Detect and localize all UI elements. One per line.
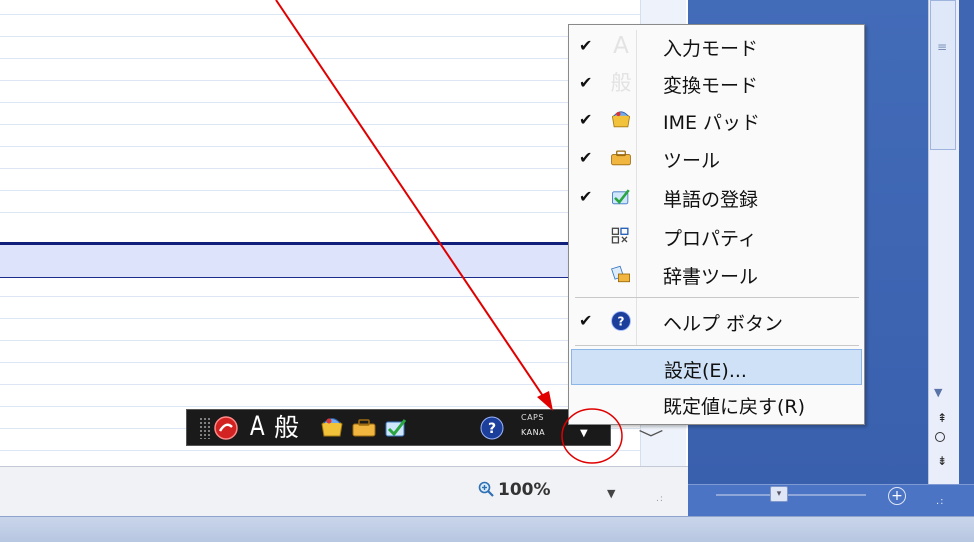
- letter-a-icon: A: [613, 33, 629, 59]
- scroll-down-arrow-icon[interactable]: ▼: [934, 386, 942, 399]
- svg-text:?: ?: [618, 314, 625, 328]
- help-icon: ?: [611, 311, 631, 331]
- check-icon: ✔: [579, 311, 593, 330]
- dictionary-tool-icon: [611, 265, 630, 283]
- resize-grip-icon[interactable]: .:: [656, 494, 664, 504]
- menu-item-dictionary-tool[interactable]: 辞書ツール: [571, 256, 862, 292]
- ime-pad-icon[interactable]: [318, 414, 346, 442]
- text-line: [0, 36, 640, 37]
- menu-item-label: 変換モード: [663, 75, 759, 97]
- toolbar-options-icon[interactable]: ▼: [580, 428, 588, 439]
- zoom-level[interactable]: 100%: [498, 480, 551, 500]
- menu-item-label: 入力モード: [663, 38, 759, 60]
- zoom-dropdown-icon[interactable]: ▼: [607, 487, 615, 500]
- check-icon: ✔: [579, 187, 593, 206]
- zoom-slider-track[interactable]: [716, 494, 866, 496]
- text-line: [0, 406, 640, 407]
- menu-item-label: ヘルプ ボタン: [663, 313, 784, 335]
- check-icon: ✔: [579, 148, 593, 167]
- scrollbar-thumb[interactable]: [930, 0, 956, 150]
- grip-icon: ≡: [937, 40, 948, 54]
- resize-grip-icon[interactable]: .:: [936, 496, 945, 507]
- menu-item-label: 既定値に戻す(R): [663, 396, 806, 418]
- text-line: [0, 190, 640, 191]
- text-line: [0, 362, 640, 363]
- check-icon: ✔: [579, 36, 593, 55]
- toolbox-icon[interactable]: [350, 414, 378, 442]
- horizontal-bar: [688, 484, 974, 517]
- menu-item-conversion-mode[interactable]: ✔ 般 変換モード: [571, 65, 862, 101]
- chevron-down-icon[interactable]: ﹀: [638, 425, 663, 451]
- zoom-icon[interactable]: [478, 481, 494, 497]
- zoom-slider-thumb[interactable]: ▾: [770, 486, 788, 502]
- menu-item-tools[interactable]: ✔ ツール: [571, 140, 862, 176]
- text-line: [0, 296, 640, 297]
- menu-item-restore-defaults[interactable]: 既定値に戻す(R): [571, 386, 862, 422]
- toolbox-icon: [611, 150, 631, 166]
- text-line: [0, 58, 640, 59]
- menu-item-label: ツール: [663, 150, 721, 172]
- text-line: [0, 212, 640, 213]
- menu-item-help-button[interactable]: ✔ ? ヘルプ ボタン: [571, 303, 862, 339]
- help-icon[interactable]: ?: [478, 414, 506, 442]
- text-line: [0, 168, 640, 169]
- zoom-in-icon[interactable]: +: [888, 487, 906, 505]
- menu-item-label: プロパティ: [663, 228, 757, 250]
- menu-item-properties[interactable]: プロパティ: [571, 218, 862, 254]
- toolbar-grip-icon[interactable]: [199, 417, 211, 439]
- ime-pad-icon: [611, 111, 631, 128]
- han-character-icon: 般: [610, 71, 632, 95]
- caps-indicator: CAPS: [521, 413, 544, 422]
- menu-separator: [575, 345, 859, 346]
- word-register-icon[interactable]: [382, 414, 410, 442]
- text-line: [0, 318, 640, 319]
- check-icon: ✔: [579, 110, 593, 129]
- conversion-mode-button[interactable]: 般: [274, 413, 299, 443]
- kana-indicator: KANA: [521, 428, 546, 437]
- svg-text:?: ?: [488, 421, 496, 437]
- ime-logo-icon[interactable]: [212, 414, 240, 442]
- menu-item-word-register[interactable]: ✔ 単語の登録: [571, 179, 862, 215]
- status-bar: [0, 466, 688, 517]
- menu-item-label: IME パッド: [663, 112, 761, 134]
- menu-item-input-mode[interactable]: ✔ A 入力モード: [571, 28, 862, 64]
- text-line: [0, 146, 640, 147]
- next-page-icon[interactable]: ⇟: [937, 454, 947, 468]
- menu-item-label: 設定(E)...: [664, 360, 747, 382]
- text-line: [0, 102, 640, 103]
- check-icon: ✔: [579, 73, 593, 92]
- menu-item-label: 単語の登録: [663, 189, 759, 211]
- text-line: [0, 124, 640, 125]
- previous-page-icon[interactable]: ⇞: [937, 411, 947, 425]
- text-line: [0, 450, 640, 451]
- menu-item-settings[interactable]: 設定(E)...: [571, 349, 862, 385]
- text-line: [0, 80, 640, 81]
- menu-item-label: 辞書ツール: [663, 266, 759, 288]
- menu-item-ime-pad[interactable]: ✔ IME パッド: [571, 102, 862, 138]
- word-register-icon: [612, 189, 630, 205]
- browse-object-icon[interactable]: [935, 432, 945, 442]
- selected-row[interactable]: [0, 242, 640, 278]
- text-line: [0, 340, 640, 341]
- input-mode-button[interactable]: A: [250, 412, 265, 442]
- text-line: [0, 384, 640, 385]
- menu-separator: [575, 297, 859, 298]
- taskbar-strip: [0, 516, 974, 542]
- properties-icon: [611, 227, 629, 244]
- text-line: [0, 14, 640, 15]
